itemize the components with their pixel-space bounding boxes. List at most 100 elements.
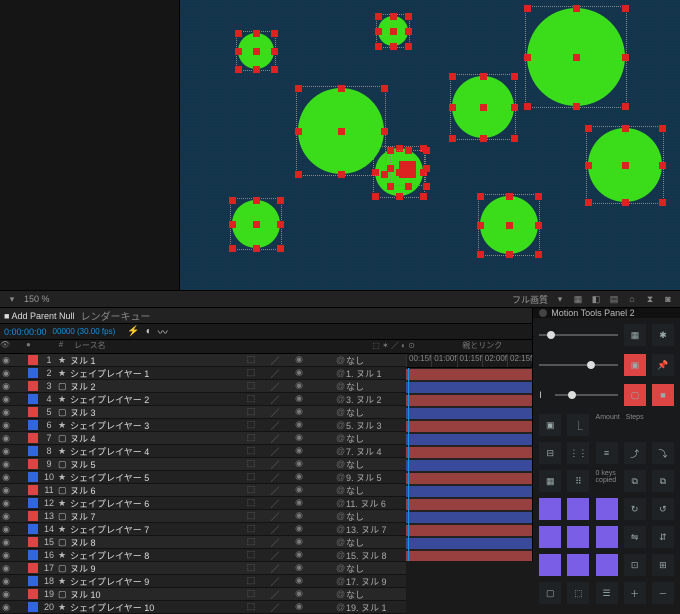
layer-switches[interactable]: ⬚／◉ — [246, 549, 336, 562]
purple-grid-8[interactable] — [567, 554, 589, 576]
gear-icon[interactable]: ✱ — [652, 324, 674, 346]
layer-track[interactable] — [406, 485, 532, 498]
layer-name[interactable]: シェイプレイヤー 10 — [68, 601, 246, 614]
layer-switches[interactable]: ⬚／◉ — [246, 419, 336, 432]
timecode[interactable]: 0:00:00:00 — [4, 327, 47, 337]
layer-color-swatch[interactable] — [28, 589, 38, 599]
purple-grid-9[interactable] — [596, 554, 618, 576]
distribute-button[interactable]: ⋮⋮ — [567, 442, 589, 464]
visibility-icon[interactable]: ◉ — [0, 420, 12, 431]
parent-link[interactable]: @3. ヌル 2 — [336, 393, 406, 406]
motion-blur-icon[interactable]: ◐ — [146, 326, 152, 337]
flip-h-button[interactable]: ⇋ — [624, 526, 646, 548]
zoom-level[interactable]: 150 % — [24, 294, 50, 304]
visibility-icon[interactable]: ◉ — [0, 602, 12, 613]
layer-color-swatch[interactable] — [28, 433, 38, 443]
anchor-center-button[interactable]: ▣ — [624, 354, 646, 376]
layer-color-swatch[interactable] — [28, 524, 38, 534]
layer-row[interactable]: ◉4★シェイプレイヤー 2⬚／◉@3. ヌル 2 — [0, 393, 406, 406]
ease-in-slider[interactable] — [539, 334, 618, 336]
visibility-icon[interactable]: ◉ — [0, 498, 12, 509]
parent-link[interactable]: @なし — [336, 380, 406, 393]
layer-switches[interactable]: ⬚／◉ — [246, 367, 336, 380]
sliders-button[interactable]: ≡ — [596, 442, 618, 464]
layer-row[interactable]: ◉2★シェイプレイヤー 1⬚／◉@1. ヌル 1 — [0, 367, 406, 380]
resolution-mode[interactable]: フル画質 — [512, 293, 548, 306]
visibility-icon[interactable]: ◉ — [0, 576, 12, 587]
layer-track[interactable] — [406, 394, 532, 407]
layer-row[interactable]: ◉18★シェイプレイヤー 9⬚／◉@17. ヌル 9 — [0, 575, 406, 588]
trim-button[interactable]: ⎿ — [567, 414, 589, 436]
step-up-button[interactable]: ⤴ — [624, 442, 646, 464]
visibility-icon[interactable]: ◉ — [0, 589, 12, 600]
visibility-icon[interactable]: ◉ — [0, 433, 12, 444]
ease-out-slider[interactable] — [539, 364, 618, 366]
layer-button[interactable]: ☰ — [596, 582, 618, 604]
crop-button[interactable]: ▣ — [539, 414, 561, 436]
shy-icon[interactable]: ⚡ — [127, 326, 139, 337]
layer-row[interactable]: ◉8★シェイプレイヤー 4⬚／◉@7. ヌル 4 — [0, 445, 406, 458]
layer-name[interactable]: ヌル 3 — [68, 406, 246, 419]
layer-name[interactable]: ヌル 4 — [68, 432, 246, 445]
visibility-icon[interactable]: ◉ — [0, 472, 12, 483]
layer-name[interactable]: ヌル 7 — [68, 510, 246, 523]
layer-color-swatch[interactable] — [28, 563, 38, 573]
layer-switches[interactable]: ⬚／◉ — [246, 354, 336, 367]
parent-link[interactable]: @なし — [336, 484, 406, 497]
layer-switches[interactable]: ⬚／◉ — [246, 458, 336, 471]
panel-tab-render[interactable]: レンダーキュー — [81, 308, 151, 323]
layer-row[interactable]: ◉3▢ヌル 2⬚／◉@なし — [0, 380, 406, 393]
purple-grid-3[interactable] — [596, 498, 618, 520]
parent-link[interactable]: @なし — [336, 562, 406, 575]
purple-grid-6[interactable] — [596, 526, 618, 548]
project-panel[interactable] — [0, 0, 180, 290]
layer-list[interactable]: ◉1★ヌル 1⬚／◉@なし◉2★シェイプレイヤー 1⬚／◉@1. ヌル 1◉3▢… — [0, 354, 406, 561]
copy-keys-button[interactable]: ⧉ — [624, 470, 646, 492]
layer-row[interactable]: ◉1★ヌル 1⬚／◉@なし — [0, 354, 406, 367]
paste-keys-button[interactable]: ⧉ — [652, 470, 674, 492]
layer-color-swatch[interactable] — [28, 537, 38, 547]
layer-row[interactable]: ◉16★シェイプレイヤー 8⬚／◉@15. ヌル 8 — [0, 549, 406, 562]
step-down-button[interactable]: ⤵ — [652, 442, 674, 464]
visibility-icon[interactable]: ◉ — [0, 394, 12, 405]
layer-switches[interactable]: ⬚／◉ — [246, 523, 336, 536]
layer-row[interactable]: ◉15▢ヌル 8⬚／◉@なし — [0, 536, 406, 549]
layer-color-swatch[interactable] — [28, 368, 38, 378]
layer-row[interactable]: ◉14★シェイプレイヤー 7⬚／◉@13. ヌル 7 — [0, 523, 406, 536]
parent-link[interactable]: @なし — [336, 406, 406, 419]
layer-track[interactable] — [406, 550, 532, 561]
layer-switches[interactable]: ⬚／◉ — [246, 588, 336, 601]
mask-icon[interactable]: ◧ — [590, 293, 602, 305]
parent-link[interactable]: @7. ヌル 4 — [336, 445, 406, 458]
visibility-icon[interactable]: ◉ — [0, 485, 12, 496]
snapshot-icon[interactable]: ◙ — [662, 293, 674, 305]
parent-link[interactable]: @15. ヌル 8 — [336, 549, 406, 562]
layer-name[interactable]: ヌル 9 — [68, 562, 246, 575]
layer-switches[interactable]: ⬚／◉ — [246, 575, 336, 588]
layer-row[interactable]: ◉20★シェイプレイヤー 10⬚／◉@19. ヌル 1 — [0, 601, 406, 614]
null-button[interactable]: ▢ — [624, 384, 646, 406]
purple-grid-1[interactable] — [539, 498, 561, 520]
layer-color-swatch[interactable] — [28, 511, 38, 521]
layer-name[interactable]: シェイプレイヤー 3 — [68, 419, 246, 432]
layer-row[interactable]: ◉10★シェイプレイヤー 5⬚／◉@9. ヌル 5 — [0, 471, 406, 484]
layer-name[interactable]: ヌル 8 — [68, 536, 246, 549]
visibility-icon[interactable]: ◉ — [0, 524, 12, 535]
layer-color-swatch[interactable] — [28, 446, 38, 456]
layer-row[interactable]: ◉7▢ヌル 4⬚／◉@なし — [0, 432, 406, 445]
precomp-button[interactable]: ⊡ — [624, 554, 646, 576]
layer-name[interactable]: シェイプレイヤー 7 — [68, 523, 246, 536]
add-button[interactable]: ＋ — [624, 582, 646, 604]
layer-color-swatch[interactable] — [28, 407, 38, 417]
parent-link[interactable]: @なし — [336, 354, 406, 367]
parent-link[interactable]: @9. ヌル 5 — [336, 471, 406, 484]
rotate-cw-button[interactable]: ↻ — [624, 498, 646, 520]
layer-color-swatch[interactable] — [28, 459, 38, 469]
visibility-icon[interactable]: ◉ — [0, 537, 12, 548]
layer-switches[interactable]: ⬚／◉ — [246, 471, 336, 484]
layer-row[interactable]: ◉9▢ヌル 5⬚／◉@なし — [0, 458, 406, 471]
visibility-icon[interactable]: ◉ — [0, 355, 12, 366]
minus-button[interactable]: － — [652, 582, 674, 604]
layer-track[interactable] — [406, 446, 532, 459]
layer-name[interactable]: ヌル 5 — [68, 458, 246, 471]
